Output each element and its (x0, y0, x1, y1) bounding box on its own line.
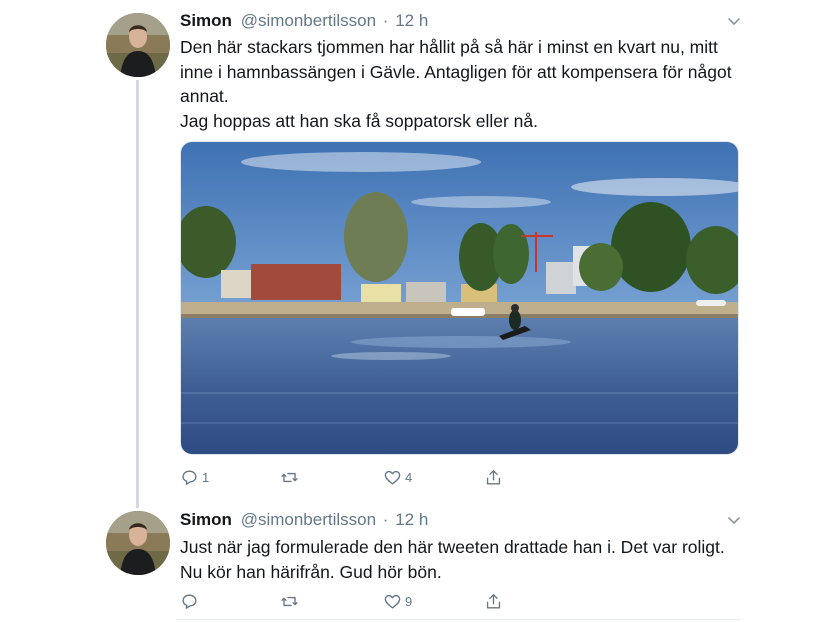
timestamp[interactable]: 12 h (395, 510, 428, 529)
display-name[interactable]: Simon (180, 510, 232, 529)
retweet-icon (281, 596, 298, 606)
username[interactable]: @simonbertilsson (241, 510, 376, 529)
retweet-button[interactable] (280, 590, 302, 612)
share-icon (486, 593, 501, 609)
separator: · (382, 510, 389, 529)
tweet-text: Just när jag formulerade den här tweeten… (180, 535, 740, 584)
like-icon (384, 594, 401, 609)
tweet-header: Simon @simonbertilsson · 12 h (180, 509, 428, 531)
tweet-2[interactable]: Simon @simonbertilsson · 12 h Just när j… (0, 0, 840, 622)
tweet-actions: 9 (180, 590, 510, 612)
avatar[interactable] (106, 511, 170, 575)
divider (176, 619, 740, 620)
tweet-text-line: Just när jag formulerade den här tweeten… (180, 537, 725, 557)
reply-button[interactable] (180, 590, 202, 612)
like-count: 9 (405, 593, 413, 609)
tweet-text-line: Nu kör han härifrån. Gud hör bön. (180, 561, 442, 582)
share-button[interactable] (484, 590, 503, 612)
reply-icon (182, 593, 197, 609)
avatar-photo (106, 511, 170, 575)
chevron-down-icon[interactable] (726, 512, 742, 528)
like-button[interactable]: 9 (383, 590, 412, 612)
